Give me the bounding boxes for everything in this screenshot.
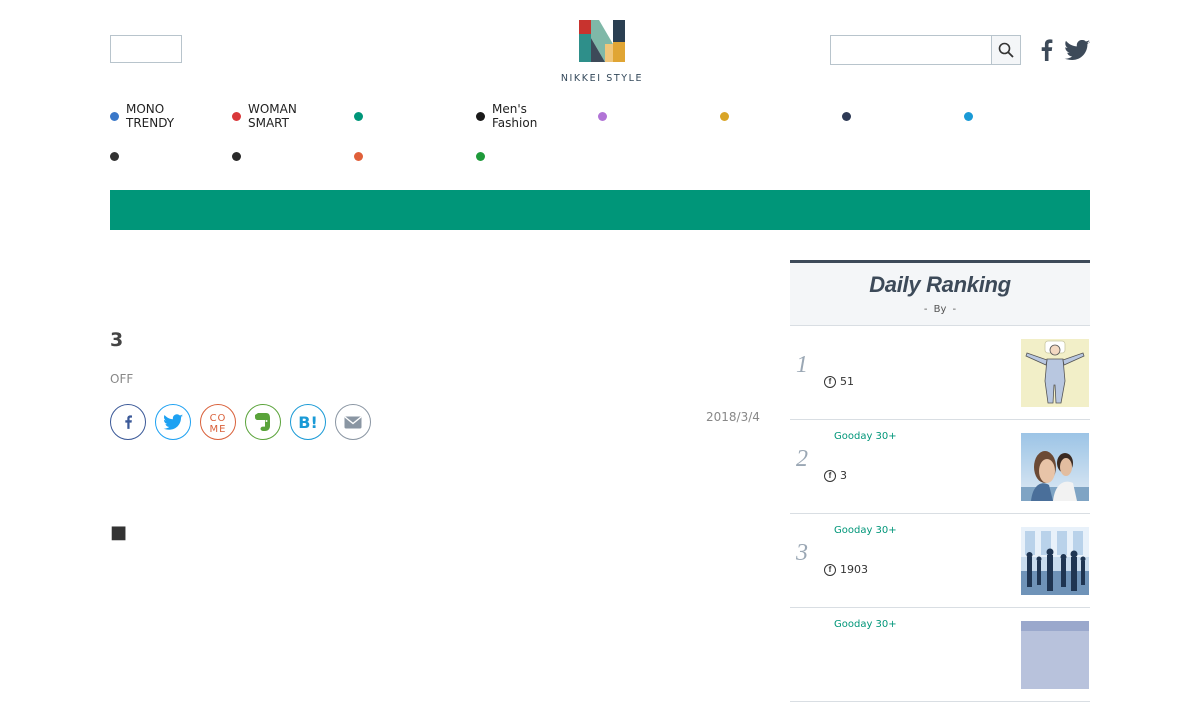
svg-text:B!: B! [298, 413, 318, 431]
nav-item[interactable]: WOMAN SMART [232, 100, 354, 132]
ranking-thumbnail[interactable] [1021, 527, 1089, 595]
article-bullet: ■ [110, 522, 128, 543]
nav-dot-icon [110, 111, 119, 121]
nav-row [110, 140, 1090, 172]
ranking-thumbnail[interactable] [1021, 433, 1089, 501]
nav-dot-icon [598, 111, 607, 121]
site-logo[interactable]: NIKKEI STYLE [557, 20, 647, 84]
nav-item[interactable] [720, 100, 842, 132]
rank-number: 2 [796, 446, 808, 472]
like-count: f 51 [824, 375, 854, 388]
nav-dot-icon [232, 111, 241, 121]
nav-item[interactable] [842, 100, 964, 132]
nav-dot-icon [354, 111, 363, 121]
nav-item-label: MONO TRENDY [126, 102, 175, 130]
facebook-icon: f [824, 563, 836, 576]
mail-share-button[interactable] [335, 404, 371, 440]
nav-item[interactable] [110, 140, 232, 172]
ranking-tag: Gooday 30+ [834, 431, 897, 442]
nav-dot-icon [354, 151, 363, 161]
share-buttons: CO ME B! [110, 404, 371, 440]
hatena-bookmark-icon: B! [298, 413, 318, 431]
article-title: 3 [110, 329, 124, 351]
come-share-button[interactable]: CO ME [200, 404, 236, 440]
nav-dot-icon [842, 111, 851, 121]
photo-icon [1021, 621, 1089, 689]
come-icon: CO ME [210, 413, 227, 433]
section-banner [110, 190, 1090, 230]
like-count-value: 3 [840, 469, 847, 482]
search-icon [998, 42, 1014, 58]
article-category[interactable]: OFF [110, 372, 133, 386]
twitter-icon[interactable] [1064, 40, 1090, 60]
nav-item-label: Men's Fashion [492, 102, 538, 130]
nav-item-label: WOMAN SMART [248, 102, 297, 130]
nav-item[interactable] [354, 100, 476, 132]
ranking-item[interactable]: 2 Gooday 30+ f 3 [790, 420, 1090, 514]
svg-text:ME: ME [210, 424, 227, 433]
ranking-title: Daily Ranking [869, 272, 1011, 297]
nav-item[interactable] [598, 100, 720, 132]
ranking-tag: Gooday 30+ [834, 619, 897, 630]
facebook-icon [125, 415, 132, 429]
nav-row: MONO TRENDY WOMAN SMART Men's Fashion [110, 100, 1090, 132]
facebook-icon[interactable] [1038, 39, 1054, 61]
daily-ranking: Daily Ranking - By - 1 f 51 2 Gooday 30+… [790, 260, 1090, 702]
rank-number: 1 [796, 352, 808, 378]
ranking-item[interactable]: Gooday 30+ [790, 608, 1090, 702]
ranking-by: - By - [923, 304, 957, 315]
nav-item[interactable] [354, 140, 476, 172]
logo-wordmark: NIKKEI STYLE [560, 73, 644, 84]
nav-item[interactable] [476, 140, 598, 172]
nav-dot-icon [232, 151, 241, 161]
article-date: 2018/3/4 [706, 410, 760, 424]
mail-icon [344, 415, 362, 428]
nav-dot-icon [720, 111, 729, 121]
crowd-office-icon [1021, 527, 1089, 595]
evernote-icon [255, 413, 270, 431]
nav-dot-icon [476, 111, 485, 121]
nav-dot-icon [110, 151, 119, 161]
like-count-value: 51 [840, 375, 854, 388]
twitter-icon [163, 414, 183, 430]
ranking-thumbnail[interactable] [1021, 621, 1089, 689]
nav-dot-icon [476, 151, 485, 161]
facebook-icon: f [824, 469, 836, 482]
like-count: f 1903 [824, 563, 868, 576]
ranking-item[interactable]: 3 Gooday 30+ f 1903 [790, 514, 1090, 608]
man-lying-icon [1021, 339, 1089, 407]
rank-number: 3 [796, 540, 808, 566]
nav-dot-icon [964, 111, 973, 121]
couple-sky-icon [1021, 433, 1089, 501]
ranking-tag: Gooday 30+ [834, 525, 897, 536]
like-count: f 3 [824, 469, 847, 482]
search-input[interactable] [830, 35, 992, 65]
evernote-share-button[interactable] [245, 404, 281, 440]
nav-item[interactable] [964, 100, 1086, 132]
ranking-thumbnail[interactable] [1021, 339, 1089, 407]
svg-text:CO: CO [210, 413, 227, 424]
nav-item[interactable] [232, 140, 354, 172]
twitter-share-button[interactable] [155, 404, 191, 440]
ranking-item[interactable]: 1 f 51 [790, 326, 1090, 420]
like-count-value: 1903 [840, 563, 868, 576]
nav-item[interactable]: MONO TRENDY [110, 100, 232, 132]
ranking-header: Daily Ranking - By - [790, 260, 1090, 326]
search-button[interactable] [991, 35, 1021, 65]
nav-item[interactable]: Men's Fashion [476, 100, 598, 132]
category-nav: MONO TRENDY WOMAN SMART Men's Fashion [110, 100, 1090, 180]
facebook-share-button[interactable] [110, 404, 146, 440]
facebook-icon: f [824, 375, 836, 388]
hatena-share-button[interactable]: B! [290, 404, 326, 440]
nikkei-logo-icon [579, 20, 625, 62]
login-button[interactable] [110, 35, 182, 63]
